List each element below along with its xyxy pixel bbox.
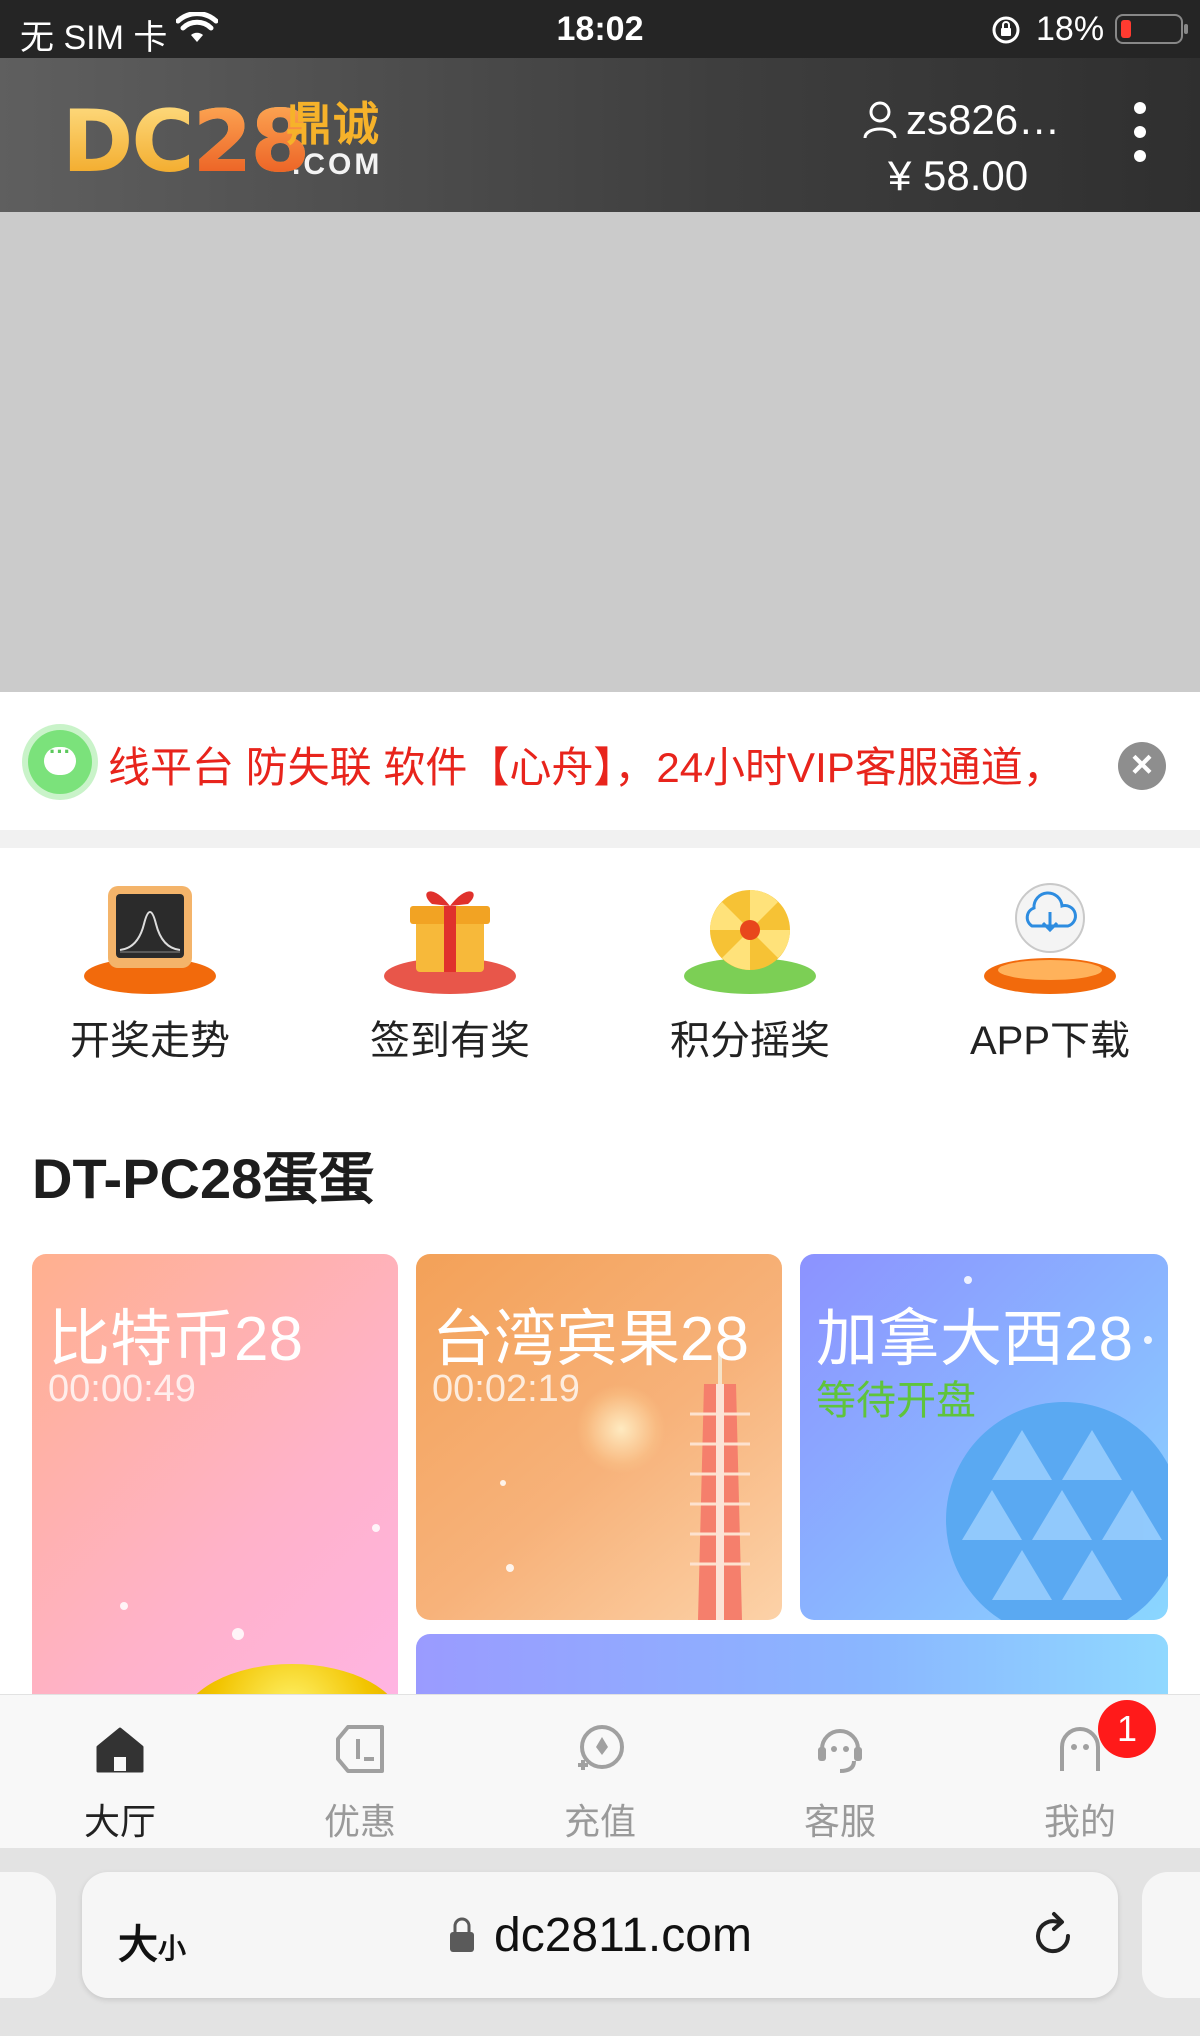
sparkle-dot bbox=[964, 1276, 972, 1284]
browser-address-bar: 大小 dc2811.com bbox=[0, 1848, 1200, 2036]
tab-lobby[interactable]: 大厅 bbox=[0, 1695, 240, 1849]
url-field[interactable]: 大小 dc2811.com bbox=[82, 1872, 1118, 1998]
sparkle-dot bbox=[500, 1480, 506, 1486]
next-tab-pill[interactable] bbox=[1142, 1872, 1200, 1998]
banner-placeholder[interactable] bbox=[0, 212, 1200, 692]
gift-box-icon bbox=[384, 891, 516, 994]
tab-profile[interactable]: 我的 bbox=[960, 1695, 1200, 1849]
bottom-tab-bar: 大厅 优惠 充值 客服 我的 bbox=[0, 1694, 1200, 1848]
tab-label: 优惠 bbox=[323, 1801, 396, 1842]
cloud-download-icon bbox=[984, 883, 1116, 994]
dc28-logo[interactable]: DC28 鼎诚 .COM bbox=[62, 88, 402, 192]
quick-action-label: 积分摇奖 bbox=[670, 1019, 830, 1063]
more-menu-button[interactable] bbox=[1122, 102, 1158, 168]
quick-action-lottery[interactable]: 积分摇奖 bbox=[630, 880, 870, 1063]
tab-label: 充值 bbox=[563, 1801, 636, 1842]
logo-domain: .COM bbox=[292, 148, 383, 181]
notice-text: 线平台 防失联 软件【心舟】，24小时VIP客服通道， bbox=[108, 744, 1065, 791]
game-card-taiwan-bingo28[interactable]: 台湾宾果28 00:02:19 bbox=[416, 1254, 782, 1620]
account-balance: ¥ 58.00 bbox=[888, 152, 1029, 199]
game-card-canada-west28[interactable]: 加拿大西28 等待开盘 bbox=[800, 1254, 1168, 1620]
notice-marquee[interactable]: 线平台 防失联 软件【心舟】，24小时VIP客服通道， bbox=[108, 734, 1088, 794]
divider bbox=[0, 830, 1200, 848]
sparkle-dot bbox=[120, 1602, 128, 1610]
lucky-wheel-icon bbox=[684, 890, 816, 994]
logo-wordmark: DC28 bbox=[62, 92, 311, 192]
game-countdown: 00:00:49 bbox=[48, 1368, 196, 1410]
game-name: 加拿大西28 bbox=[816, 1305, 1133, 1374]
logo-chinese-name: 鼎诚 bbox=[286, 98, 380, 150]
quick-action-label: APP下载 bbox=[969, 1019, 1131, 1063]
previous-tab-pill[interactable] bbox=[0, 1872, 56, 1998]
tab-promotions[interactable]: 优惠 bbox=[240, 1695, 480, 1849]
trend-chart-icon bbox=[84, 886, 216, 994]
tab-customer-service[interactable]: 客服 bbox=[720, 1695, 960, 1849]
coupon-icon bbox=[336, 1725, 384, 1773]
home-icon bbox=[96, 1727, 144, 1773]
url-text: dc2811.com bbox=[494, 1909, 752, 1962]
reload-icon[interactable] bbox=[1028, 1910, 1078, 1960]
sparkle-dot bbox=[506, 1564, 514, 1572]
quick-action-app-download[interactable]: APP下载 bbox=[930, 880, 1170, 1063]
dot-icon bbox=[1134, 102, 1146, 114]
customer-service-icon bbox=[818, 1729, 862, 1773]
status-bar: 无 SIM 卡 18:02 18% bbox=[0, 0, 1200, 58]
tab-recharge[interactable]: 充值 bbox=[480, 1695, 720, 1849]
sparkle-dot bbox=[232, 1628, 244, 1640]
message-icon bbox=[28, 730, 92, 794]
sparkle-dot bbox=[372, 1524, 380, 1532]
taipei101-illustration bbox=[690, 1354, 750, 1620]
user-icon[interactable] bbox=[862, 100, 898, 140]
game-card-bitcoin28[interactable]: 比特币28 00:00:49 bbox=[32, 1254, 398, 1714]
quick-action-label: 开奖走势 bbox=[70, 1019, 230, 1063]
lock-icon bbox=[450, 1917, 474, 1952]
tab-label: 我的 bbox=[1043, 1801, 1116, 1842]
game-countdown: 00:02:19 bbox=[432, 1368, 580, 1410]
battery-percent: 18% bbox=[1036, 10, 1105, 48]
orientation-lock-icon bbox=[992, 16, 1020, 44]
tab-label: 客服 bbox=[803, 1801, 876, 1842]
game-name: 台湾宾果28 bbox=[432, 1305, 749, 1374]
sparkle-dot bbox=[1144, 1336, 1152, 1344]
recharge-icon bbox=[578, 1725, 624, 1770]
app-header: DC28 鼎诚 .COM zs826… ¥ 58.00 bbox=[0, 58, 1200, 212]
firework-illustration bbox=[576, 1384, 666, 1474]
text-size-button[interactable]: 大小 bbox=[118, 1912, 186, 1970]
section-title: DT-PC28蛋蛋 bbox=[32, 1147, 375, 1210]
game-name: 比特币28 bbox=[48, 1305, 303, 1374]
dot-icon bbox=[1134, 126, 1146, 138]
username[interactable]: zs826… bbox=[906, 96, 1060, 144]
quick-action-checkin[interactable]: 签到有奖 bbox=[330, 880, 570, 1063]
battery-icon bbox=[1115, 14, 1188, 44]
game-status: 等待开盘 bbox=[816, 1379, 976, 1423]
notice-close-button[interactable]: × bbox=[1118, 742, 1166, 790]
quick-action-trend[interactable]: 开奖走势 bbox=[30, 880, 270, 1063]
dot-icon bbox=[1134, 150, 1146, 162]
notification-badge: 1 bbox=[1098, 1700, 1156, 1758]
tab-label: 大厅 bbox=[83, 1801, 156, 1842]
notice-bar: 线平台 防失联 软件【心舟】，24小时VIP客服通道， bbox=[0, 692, 1200, 830]
quick-action-label: 签到有奖 bbox=[370, 1019, 530, 1063]
